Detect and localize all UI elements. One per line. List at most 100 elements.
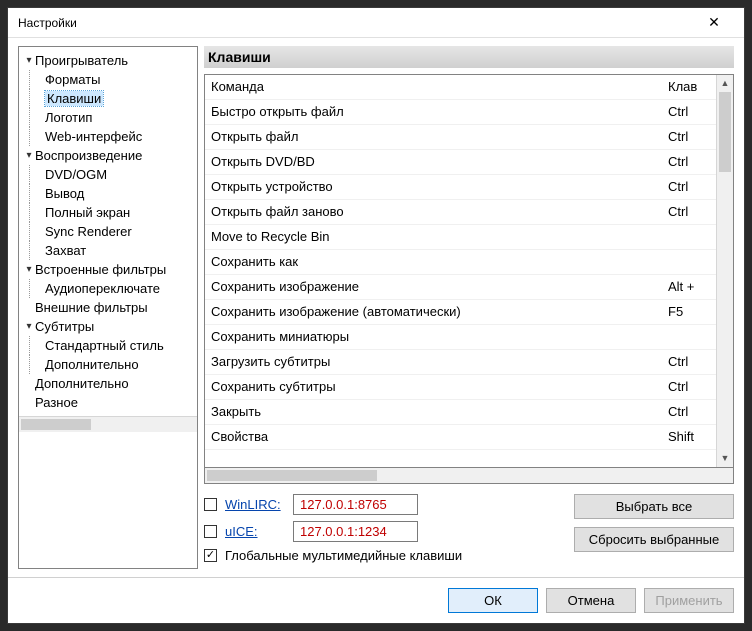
command-cell: Быстро открыть файл: [211, 102, 668, 122]
tree-group[interactable]: ▾Субтитры: [21, 317, 195, 336]
key-cell: [668, 227, 710, 247]
close-icon[interactable]: ✕: [694, 14, 734, 31]
table-row[interactable]: ЗакрытьCtrl: [205, 400, 716, 425]
collapse-icon[interactable]: ▾: [23, 321, 35, 332]
table-row[interactable]: Открыть устройствоCtrl: [205, 175, 716, 200]
tree-item-label: Клавиши: [45, 91, 103, 106]
command-cell: Закрыть: [211, 402, 668, 422]
command-cell: Move to Recycle Bin: [211, 227, 668, 247]
tree-group-label: Субтитры: [35, 319, 94, 334]
winlirc-link[interactable]: WinLIRC:: [225, 497, 285, 512]
tree-item[interactable]: Логотип: [39, 108, 195, 127]
settings-window: Настройки ✕ ▾ПроигрывательФорматыКлавиши…: [7, 7, 745, 624]
table-row[interactable]: Открыть файл зановоCtrl: [205, 200, 716, 225]
tree-group[interactable]: Разное: [21, 393, 195, 412]
tree-item[interactable]: Полный экран: [39, 203, 195, 222]
table-row[interactable]: СвойстваShift: [205, 425, 716, 450]
table-row[interactable]: Move to Recycle Bin: [205, 225, 716, 250]
tree-group-label: Встроенные фильтры: [35, 262, 166, 277]
tree-item[interactable]: DVD/OGM: [39, 165, 195, 184]
tree-group-label: Внешние фильтры: [35, 300, 148, 315]
tree-group-label: Проигрыватель: [35, 53, 128, 68]
tree-item-label: Стандартный стиль: [45, 338, 164, 353]
tree-group-label: Воспроизведение: [35, 148, 142, 163]
command-cell: Сохранить изображение (автоматически): [211, 302, 668, 322]
apply-button[interactable]: Применить: [644, 588, 734, 613]
tree-item[interactable]: Стандартный стиль: [39, 336, 195, 355]
tree-item-label: Sync Renderer: [45, 224, 132, 239]
command-cell: Открыть DVD/BD: [211, 152, 668, 172]
table-row[interactable]: Сохранить изображение (автоматически)F5: [205, 300, 716, 325]
key-cell: Shift: [668, 427, 710, 447]
tree-item-label: Дополнительно: [45, 357, 139, 372]
commands-list[interactable]: Команда Клав Быстро открыть файлCtrlОткр…: [204, 74, 734, 468]
key-cell: Ctrl: [668, 102, 710, 122]
cancel-button[interactable]: Отмена: [546, 588, 636, 613]
tree-item-label: Web-интерфейс: [45, 129, 142, 144]
table-row[interactable]: Открыть файлCtrl: [205, 125, 716, 150]
reset-selected-button[interactable]: Сбросить выбранные: [574, 527, 734, 552]
scroll-up-arrow-icon[interactable]: ▲: [717, 75, 733, 92]
tree-item[interactable]: Sync Renderer: [39, 222, 195, 241]
tree-item-label: Полный экран: [45, 205, 130, 220]
ok-button[interactable]: ОК: [448, 588, 538, 613]
command-cell: Открыть устройство: [211, 177, 668, 197]
tree-item[interactable]: Дополнительно: [39, 355, 195, 374]
table-row[interactable]: Сохранить изображениеAlt +: [205, 275, 716, 300]
tree-item[interactable]: Web-интерфейс: [39, 127, 195, 146]
uice-checkbox[interactable]: [204, 525, 217, 538]
key-cell: Ctrl: [668, 202, 710, 222]
column-command: Команда: [211, 77, 668, 97]
uice-link[interactable]: uICE:: [225, 524, 285, 539]
collapse-icon[interactable]: ▾: [23, 55, 35, 66]
table-row[interactable]: Загрузить субтитрыCtrl: [205, 350, 716, 375]
table-row[interactable]: Быстро открыть файлCtrl: [205, 100, 716, 125]
tree-group[interactable]: ▾Проигрыватель: [21, 51, 195, 70]
tree-item[interactable]: Аудиопереключате: [39, 279, 195, 298]
winlirc-checkbox[interactable]: [204, 498, 217, 511]
section-title: Клавиши: [204, 46, 734, 68]
tree-group[interactable]: Внешние фильтры: [21, 298, 195, 317]
vertical-scrollbar[interactable]: ▲ ▼: [716, 75, 733, 467]
key-cell: Alt +: [668, 277, 710, 297]
tree-item-label: DVD/OGM: [45, 167, 107, 182]
tree-group[interactable]: ▾Воспроизведение: [21, 146, 195, 165]
tree-item[interactable]: Захват: [39, 241, 195, 260]
tree-item[interactable]: Клавиши: [39, 89, 195, 108]
tree-item[interactable]: Вывод: [39, 184, 195, 203]
key-cell: Ctrl: [668, 352, 710, 372]
tree-group-label: Дополнительно: [35, 376, 129, 391]
column-key: Клав: [668, 77, 710, 97]
select-all-button[interactable]: Выбрать все: [574, 494, 734, 519]
list-horizontal-scrollbar[interactable]: [204, 468, 734, 484]
list-header: Команда Клав: [205, 75, 716, 100]
key-cell: [668, 327, 710, 347]
key-cell: Ctrl: [668, 152, 710, 172]
command-cell: Открыть файл: [211, 127, 668, 147]
tree-horizontal-scrollbar[interactable]: [19, 416, 197, 432]
command-cell: Сохранить миниатюры: [211, 327, 668, 347]
uice-input[interactable]: [293, 521, 418, 542]
key-cell: Ctrl: [668, 377, 710, 397]
tree-group-label: Разное: [35, 395, 78, 410]
global-media-keys-label: Глобальные мультимедийные клавиши: [225, 548, 462, 563]
winlirc-input[interactable]: [293, 494, 418, 515]
table-row[interactable]: Сохранить миниатюры: [205, 325, 716, 350]
table-row[interactable]: Открыть DVD/BDCtrl: [205, 150, 716, 175]
key-cell: F5: [668, 302, 710, 322]
collapse-icon[interactable]: ▾: [23, 264, 35, 275]
key-cell: Ctrl: [668, 402, 710, 422]
key-cell: Ctrl: [668, 127, 710, 147]
collapse-icon[interactable]: ▾: [23, 150, 35, 161]
tree-item[interactable]: Форматы: [39, 70, 195, 89]
global-media-keys-checkbox[interactable]: [204, 549, 217, 562]
tree-item-label: Вывод: [45, 186, 84, 201]
table-row[interactable]: Сохранить субтитрыCtrl: [205, 375, 716, 400]
tree-group[interactable]: ▾Встроенные фильтры: [21, 260, 195, 279]
command-cell: Открыть файл заново: [211, 202, 668, 222]
command-cell: Сохранить изображение: [211, 277, 668, 297]
scroll-down-arrow-icon[interactable]: ▼: [717, 450, 733, 467]
tree-group[interactable]: Дополнительно: [21, 374, 195, 393]
table-row[interactable]: Сохранить как: [205, 250, 716, 275]
tree-panel[interactable]: ▾ПроигрывательФорматыКлавишиЛоготипWeb-и…: [18, 46, 198, 569]
